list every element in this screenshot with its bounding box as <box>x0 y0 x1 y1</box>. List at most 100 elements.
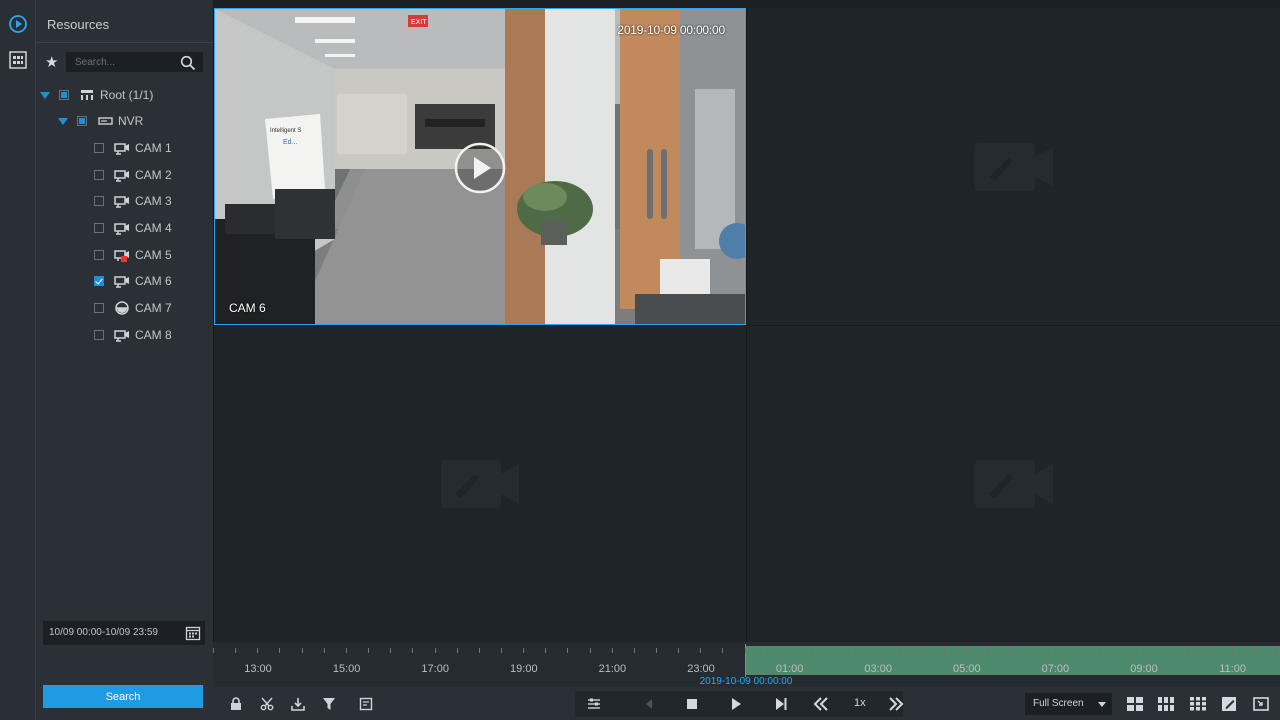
timeline-tick <box>634 648 635 653</box>
org-tree-icon <box>79 88 95 102</box>
camera-label: CAM 7 <box>135 301 172 315</box>
tree-camera-item[interactable]: CAM 6 <box>94 272 172 290</box>
camera-offline-icon <box>114 248 130 262</box>
timeline-cursor-time: 2019-10-09 00:00:00 <box>699 676 793 687</box>
camera-label: CAM 1 <box>135 141 172 155</box>
calendar-icon[interactable] <box>185 625 201 641</box>
stop-icon[interactable] <box>683 695 701 713</box>
no-video-placeholder-icon <box>974 460 1053 508</box>
timeline-tick <box>412 648 413 653</box>
tree-camera-item[interactable]: CAM 4 <box>94 219 172 237</box>
timeline-tick <box>767 648 768 653</box>
tree-root-checkbox[interactable] <box>59 90 69 100</box>
playback-timeline[interactable]: 2019-10-09 00:00:00 13:00 15:00 17:00 19:00… <box>213 642 1280 687</box>
timeline-tick <box>1010 648 1011 653</box>
favorites-star-icon[interactable]: ★ <box>45 53 58 71</box>
tree-camera-item[interactable]: CAM 3 <box>94 192 172 210</box>
timeline-hour-label: 13:00 <box>244 663 272 675</box>
layout-6-icon[interactable] <box>1157 695 1175 713</box>
timeline-tick <box>1210 648 1211 653</box>
menu-icon[interactable] <box>585 695 603 713</box>
camera-label: CAM 2 <box>135 168 172 182</box>
fast-icon[interactable] <box>887 695 905 713</box>
date-range-value: 10/09 00:00-10/09 23:59 <box>49 627 158 638</box>
date-range-field[interactable]: 10/09 00:00-10/09 23:59 <box>43 621 205 645</box>
clip-icon[interactable] <box>258 695 276 713</box>
whiteboard-text-1: Intelligent S <box>270 128 301 134</box>
timeline-tick <box>523 648 524 653</box>
prev-frame-icon[interactable] <box>640 695 658 713</box>
camera-icon <box>114 221 130 235</box>
camera-label: CAM 4 <box>135 221 172 235</box>
next-frame-icon[interactable] <box>772 695 790 713</box>
panel-title: Resources <box>47 17 110 32</box>
edit-icon[interactable] <box>1221 695 1239 713</box>
playback-speed[interactable]: 1x <box>854 697 866 709</box>
tree-root[interactable]: Root (1/1) <box>40 86 153 104</box>
recorded-segment <box>746 646 1280 675</box>
expand-arrow-icon[interactable] <box>40 91 50 99</box>
video-tile-empty[interactable] <box>214 326 746 642</box>
resource-search-input[interactable] <box>75 55 175 69</box>
timeline-tick <box>966 648 967 653</box>
snapshot-list-icon[interactable] <box>357 695 375 713</box>
tree-camera-item[interactable]: CAM 7 <box>94 299 172 317</box>
timeline-tick <box>922 648 923 653</box>
play-overlay-icon[interactable] <box>453 141 507 195</box>
calendar-grid-icon[interactable] <box>8 50 28 70</box>
resource-search-box[interactable] <box>66 52 203 72</box>
video-tile-active[interactable]: EXIT Intelligent S Ed... 2019-10-09 00:0… <box>214 8 746 325</box>
slow-icon[interactable] <box>812 695 830 713</box>
tree-nvr[interactable]: NVR <box>58 112 143 130</box>
timeline-tick <box>1033 648 1034 653</box>
camera-label: CAM 5 <box>135 248 172 262</box>
camera-checkbox[interactable] <box>94 303 104 313</box>
tree-camera-item[interactable]: CAM 5 <box>94 246 172 264</box>
timeline-tick <box>545 648 546 653</box>
search-button[interactable]: Search <box>43 685 203 708</box>
timeline-hour-label: 15:00 <box>332 663 361 675</box>
timeline-tick <box>811 648 812 653</box>
download-icon[interactable] <box>289 695 307 713</box>
camera-checkbox[interactable] <box>94 196 104 206</box>
filter-icon[interactable] <box>320 695 338 713</box>
timeline-hour-label: 11:00 <box>1219 663 1246 675</box>
timeline-tick <box>855 648 856 653</box>
timeline-tick <box>678 648 679 653</box>
timeline-hour-label: 05:00 <box>953 663 981 675</box>
app-window: Resources ★ Root (1/1) NVR C <box>0 0 1280 720</box>
camera-checkbox[interactable] <box>94 223 104 233</box>
camera-checkbox[interactable] <box>94 170 104 180</box>
video-tile-empty[interactable] <box>747 8 1280 325</box>
camera-checkbox[interactable] <box>94 330 104 340</box>
exit-fullscreen-icon[interactable] <box>1252 695 1270 713</box>
playback-icon[interactable] <box>8 14 28 34</box>
window-mode-select[interactable]: Full Screen <box>1025 693 1112 715</box>
chevron-down-icon <box>1098 702 1106 707</box>
timeline-tick <box>789 648 790 653</box>
timeline-tick <box>1099 648 1100 653</box>
search-icon[interactable] <box>180 55 196 71</box>
layout-4-icon[interactable] <box>1126 695 1144 713</box>
timeline-hour-label: 01:00 <box>775 663 804 675</box>
tree-camera-item[interactable]: CAM 1 <box>94 139 172 157</box>
tree-nvr-checkbox[interactable] <box>77 116 87 126</box>
timeline-hour-label: 07:00 <box>1041 663 1070 675</box>
timeline-tick <box>1188 648 1189 653</box>
camera-checkbox[interactable] <box>94 250 104 260</box>
layout-9-icon[interactable] <box>1189 695 1207 713</box>
timeline-tick <box>1143 648 1144 653</box>
tree-camera-item[interactable]: CAM 8 <box>94 326 172 344</box>
video-grid: EXIT Intelligent S Ed... 2019-10-09 00:0… <box>213 8 1280 642</box>
camera-checkbox[interactable] <box>94 143 104 153</box>
playback-controls: 1x <box>575 691 905 717</box>
nvr-device-icon <box>97 114 113 128</box>
camera-icon <box>114 168 130 182</box>
expand-arrow-icon[interactable] <box>58 117 68 125</box>
play-icon[interactable] <box>727 695 745 713</box>
video-tile-empty[interactable] <box>747 326 1280 642</box>
timeline-tick <box>1055 648 1056 653</box>
tree-camera-item[interactable]: CAM 2 <box>94 166 172 184</box>
lock-icon[interactable] <box>227 695 245 713</box>
camera-checkbox[interactable] <box>94 276 104 286</box>
